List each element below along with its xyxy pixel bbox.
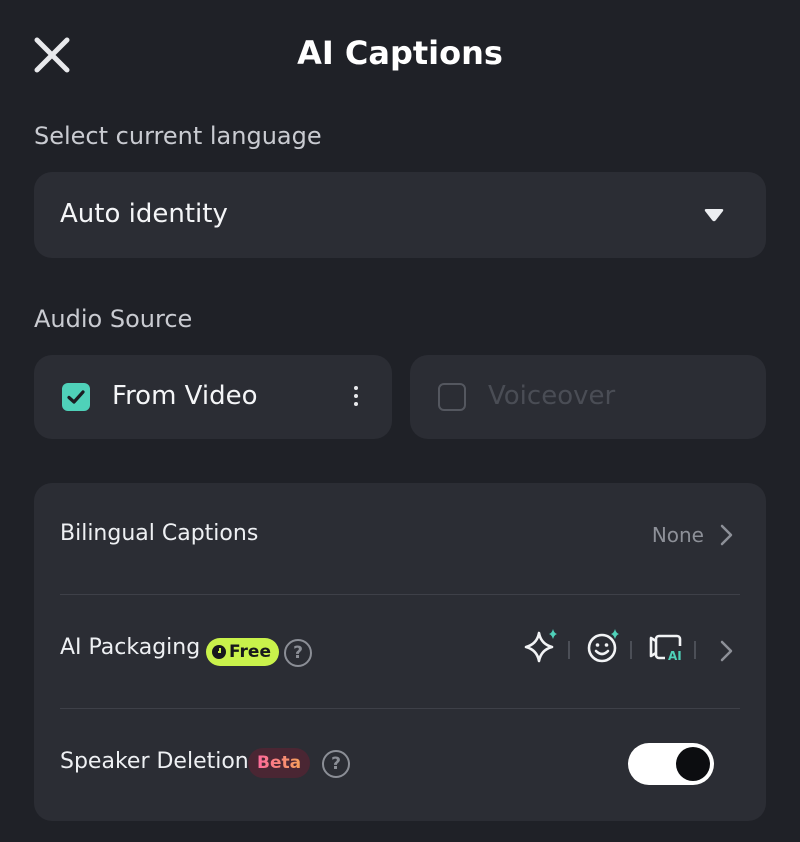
audio-source-label: Audio Source	[34, 305, 193, 333]
language-section-label: Select current language	[34, 122, 322, 150]
separator	[694, 641, 696, 659]
svg-text:AI: AI	[668, 649, 682, 663]
help-icon[interactable]: ?	[284, 639, 312, 667]
toggle-knob	[676, 747, 710, 781]
beta-badge: Beta	[248, 748, 311, 778]
caption-options-panel: Bilingual Captions None AI Packaging Fre…	[34, 483, 766, 821]
dot	[354, 386, 358, 390]
checkbox-checked[interactable]	[62, 383, 90, 411]
smiley-icon[interactable]	[584, 627, 624, 667]
language-selected-value: Auto identity	[60, 199, 228, 229]
separator	[568, 641, 570, 659]
divider	[60, 708, 740, 709]
page-title: AI Captions	[297, 34, 503, 72]
from-video-label: From Video	[112, 381, 258, 411]
dot	[354, 394, 358, 398]
free-badge: Free	[206, 638, 279, 666]
chevron-right-icon	[720, 524, 733, 546]
speaker-deletion-toggle[interactable]	[628, 743, 714, 785]
speaker-deletion-row: Speaker Deletion Beta ?	[60, 711, 740, 821]
bilingual-captions-label: Bilingual Captions	[60, 521, 259, 546]
audio-option-voiceover[interactable]: Voiceover	[410, 355, 766, 439]
checkbox-unchecked[interactable]	[438, 383, 466, 411]
ai-video-icon[interactable]: AI	[648, 627, 688, 667]
speaker-deletion-label: Speaker Deletion	[60, 749, 249, 774]
separator	[630, 641, 632, 659]
more-options-button[interactable]	[350, 383, 362, 413]
top-bar: AI Captions	[0, 0, 800, 110]
bilingual-captions-value: None	[651, 523, 704, 547]
ai-packaging-label: AI Packaging	[60, 635, 201, 660]
voiceover-label: Voiceover	[488, 381, 616, 411]
ai-packaging-row[interactable]: AI Packaging Free ? AI	[60, 595, 740, 709]
bilingual-captions-row[interactable]: Bilingual Captions None	[60, 483, 740, 593]
check-icon	[67, 390, 85, 404]
help-icon[interactable]: ?	[322, 750, 350, 778]
chevron-right-icon	[720, 640, 733, 662]
audio-option-from-video[interactable]: From Video	[34, 355, 392, 439]
clock-icon	[212, 645, 226, 659]
language-dropdown[interactable]: Auto identity	[34, 172, 766, 258]
caret-down-icon	[704, 209, 724, 222]
dot	[354, 402, 358, 406]
sparkle-icon[interactable]	[522, 627, 562, 667]
